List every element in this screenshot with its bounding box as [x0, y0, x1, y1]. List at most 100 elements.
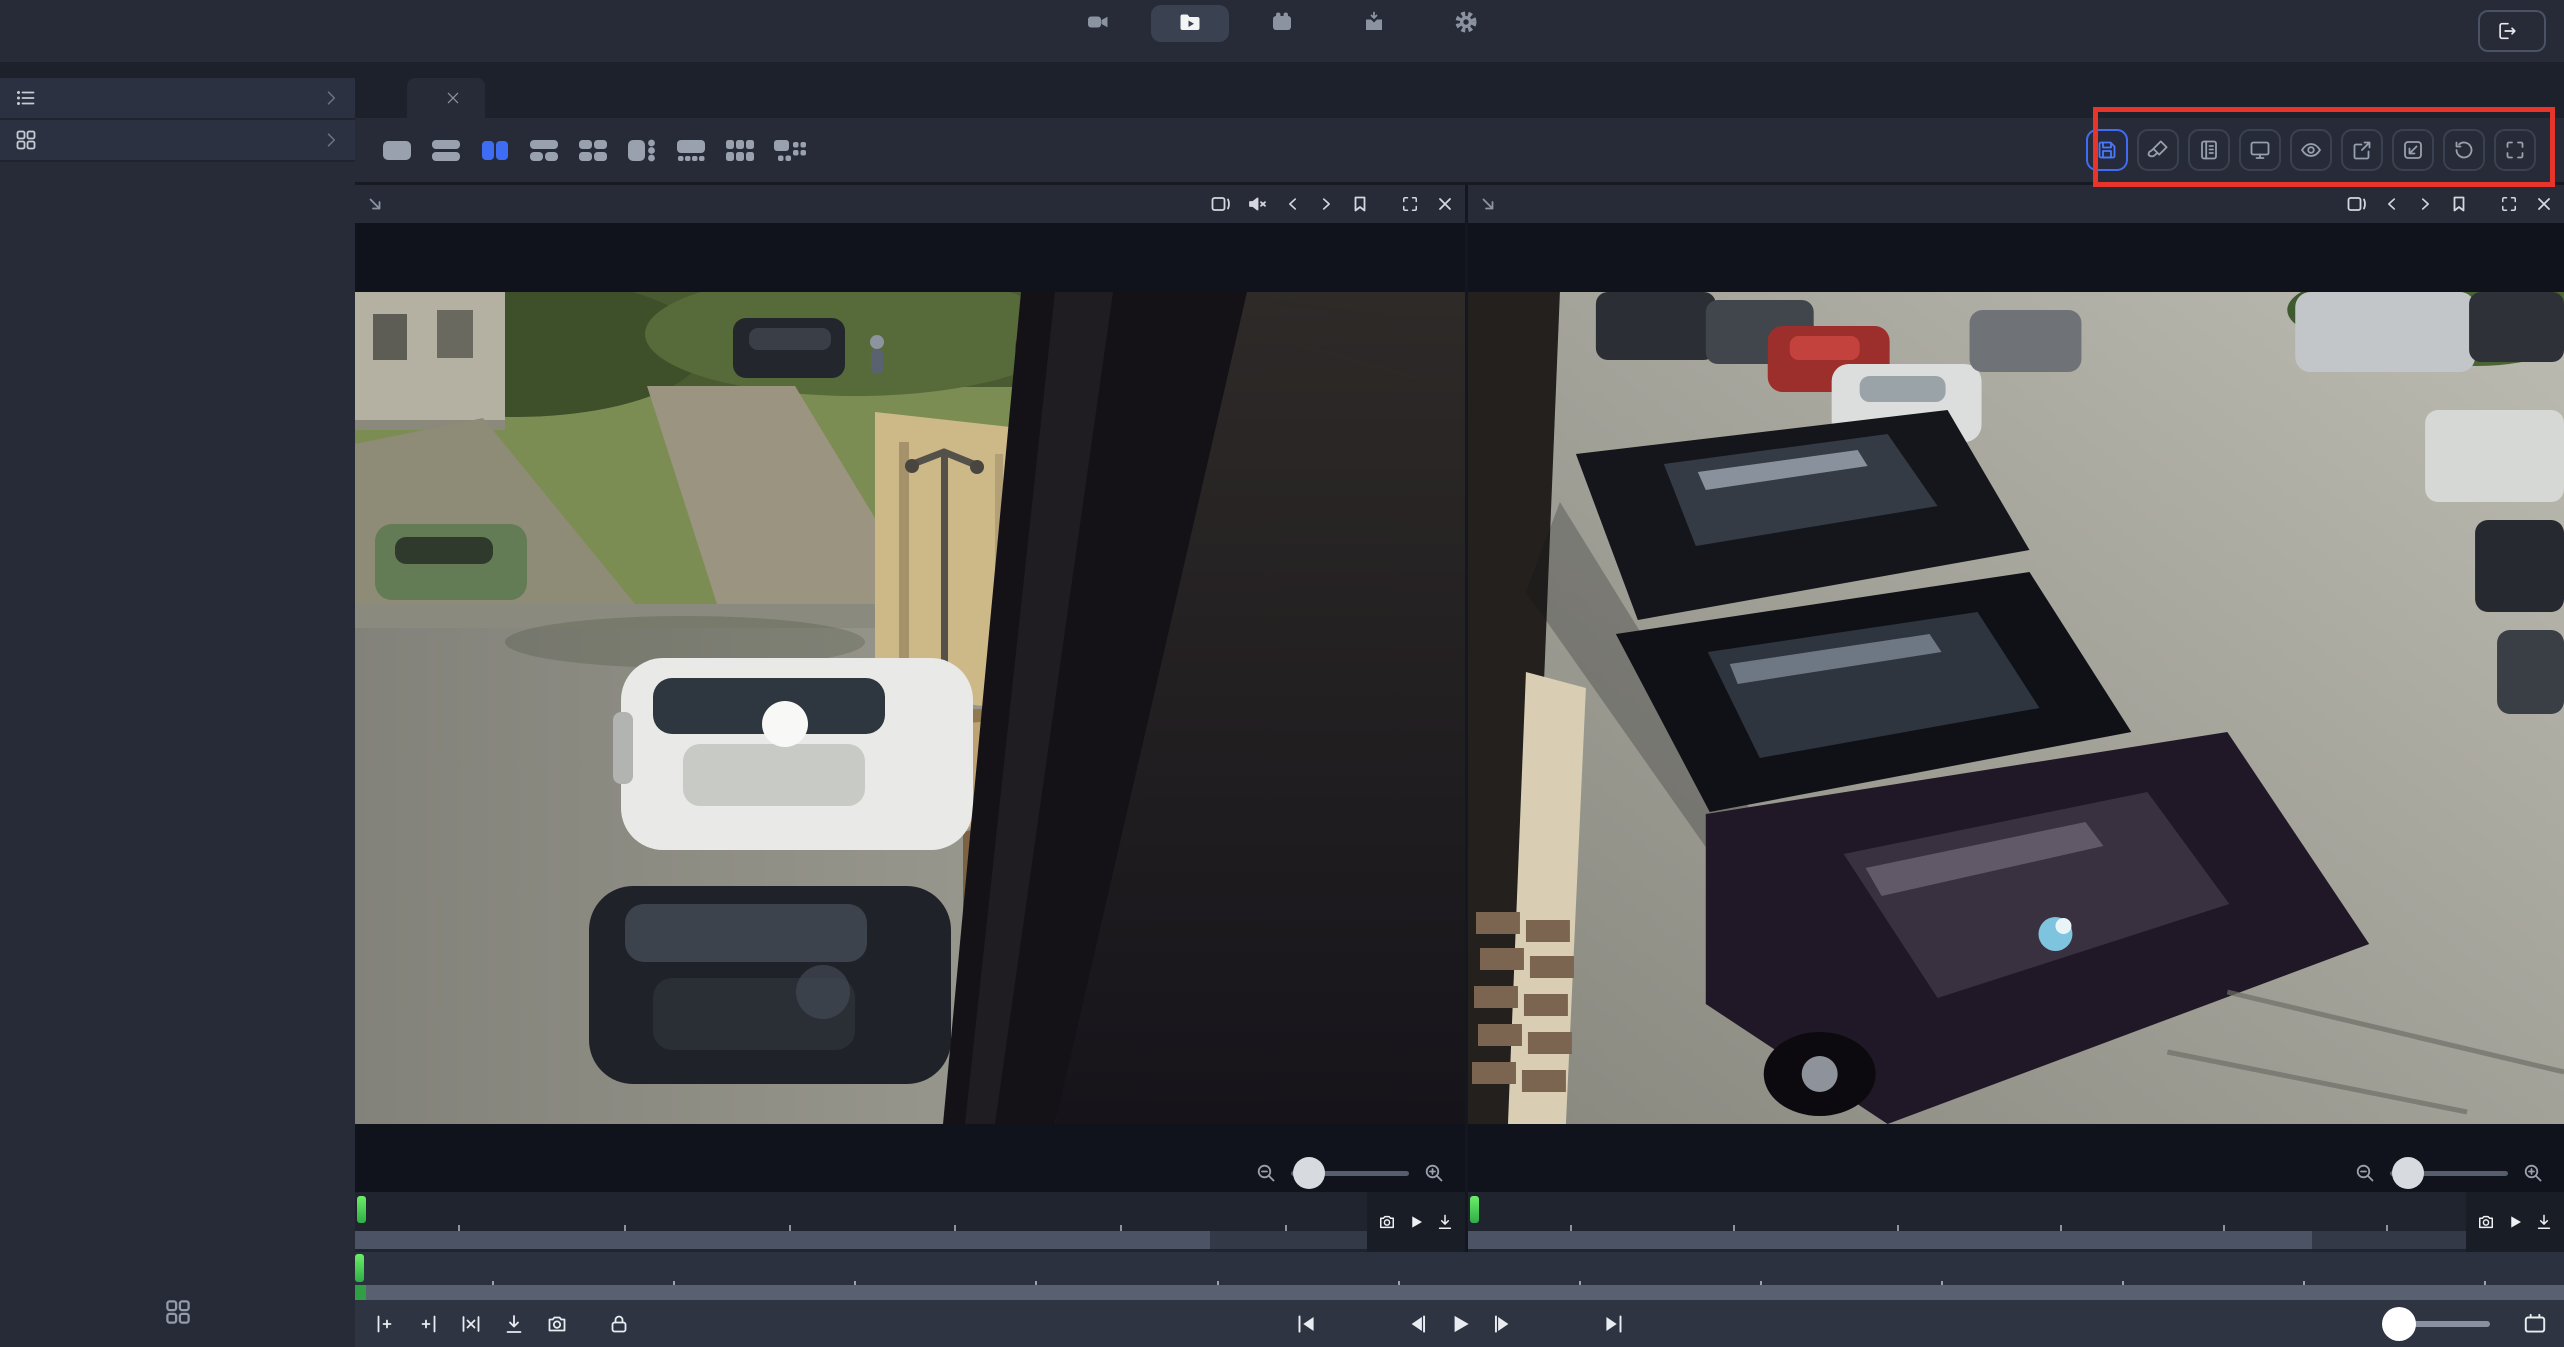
zoom-out-icon[interactable] — [1255, 1162, 1277, 1184]
share-button[interactable] — [2341, 129, 2383, 171]
layout-presets — [377, 133, 809, 167]
tile-timeline-tools — [2466, 1192, 2564, 1252]
range-start-marker-button[interactable] — [373, 1312, 397, 1336]
snapshot-button[interactable] — [2476, 1212, 2496, 1232]
nav-item-downloads[interactable] — [1335, 5, 1413, 42]
snapshot-button[interactable] — [1377, 1212, 1397, 1232]
main-content — [355, 62, 2564, 1347]
refresh-icon — [2452, 138, 2476, 162]
export-download-button[interactable] — [502, 1312, 526, 1336]
timeline-scroll-thumb[interactable] — [1468, 1231, 2312, 1249]
journal-button[interactable] — [2188, 129, 2230, 171]
skip-to-end-button[interactable] — [1601, 1311, 1627, 1337]
zoom-slider[interactable] — [2390, 1171, 2508, 1176]
zoom-slider-handle[interactable] — [1293, 1157, 1325, 1189]
chevron-right-icon — [321, 88, 341, 108]
zoom-in-icon[interactable] — [1423, 1162, 1445, 1184]
range-clear-button[interactable] — [459, 1312, 483, 1336]
visibility-button[interactable] — [2290, 129, 2332, 171]
tile-timeline-1[interactable] — [355, 1192, 1465, 1252]
play-button[interactable] — [1447, 1311, 1473, 1337]
tile-timeline-2[interactable] — [1468, 1192, 2564, 1252]
tile-zoom-control — [1255, 1162, 1445, 1184]
playhead-marker — [1470, 1196, 1479, 1223]
fullscreen-button[interactable] — [2494, 129, 2536, 171]
layout-actions-group — [2086, 129, 2536, 171]
calendar-range-button[interactable] — [2522, 1311, 2548, 1337]
tile-fullscreen-button[interactable] — [2499, 194, 2519, 214]
tile-close-button[interactable] — [2534, 194, 2554, 214]
resize-button[interactable] — [2392, 129, 2434, 171]
layout-6-grid-button[interactable] — [720, 133, 760, 167]
skip-to-start-button[interactable] — [1293, 1311, 1319, 1337]
tile-download-button[interactable] — [1435, 1212, 1455, 1232]
nav-item-events[interactable] — [1243, 5, 1321, 42]
layout-1-plus-2-button[interactable] — [524, 133, 564, 167]
next-frame-button[interactable] — [1317, 194, 1335, 214]
layout-2-columns-button[interactable] — [475, 133, 515, 167]
display-button[interactable] — [2239, 129, 2281, 171]
tile-fullscreen-button[interactable] — [1400, 194, 1420, 214]
tab-layout-1[interactable] — [407, 78, 485, 118]
drag-handle-icon[interactable] — [1478, 194, 1498, 214]
close-tab-icon[interactable] — [445, 90, 461, 106]
drag-handle-icon[interactable] — [365, 194, 385, 214]
nav-item-settings[interactable] — [1427, 5, 1505, 42]
global-timeline[interactable] — [355, 1252, 2564, 1300]
snapshot-button[interactable] — [545, 1312, 569, 1336]
bookmark-button[interactable] — [2449, 194, 2469, 214]
tile-timeline-tools — [1367, 1192, 1465, 1252]
step-back-button[interactable] — [1404, 1311, 1430, 1337]
add-tab-button[interactable] — [485, 78, 529, 118]
zoom-in-icon[interactable] — [2522, 1162, 2544, 1184]
lock-icon[interactable] — [607, 1312, 631, 1336]
tile-play-button[interactable] — [1407, 1213, 1425, 1231]
global-timeline-scrollbar[interactable] — [355, 1285, 2564, 1300]
sidebar-item-layouts[interactable] — [0, 120, 355, 162]
layout-1-plus-4-button[interactable] — [671, 133, 711, 167]
clear-layout-button[interactable] — [2137, 129, 2179, 171]
sidebar-item-all-cameras[interactable] — [0, 78, 355, 120]
timeline-scroll-thumb[interactable] — [355, 1231, 1210, 1249]
previous-frame-button[interactable] — [1284, 194, 1302, 214]
nav-item-live[interactable] — [1059, 5, 1137, 42]
timeline-scrollbar[interactable] — [355, 1231, 1465, 1249]
refresh-button[interactable] — [2443, 129, 2485, 171]
step-forward-button[interactable] — [1490, 1311, 1516, 1337]
zoom-slider-handle[interactable] — [2392, 1157, 2424, 1189]
fullscreen-icon — [2503, 138, 2527, 162]
pip-frame-button[interactable] — [1210, 194, 1232, 214]
save-layout-button[interactable] — [2086, 129, 2128, 171]
previous-frame-button[interactable] — [2383, 194, 2401, 214]
video-canvas-2[interactable] — [1468, 223, 2564, 1192]
top-bar — [0, 0, 2564, 62]
zoom-slider[interactable] — [1291, 1171, 1409, 1176]
layout-custom-button[interactable] — [769, 133, 809, 167]
timeline-scale-handle[interactable] — [2382, 1307, 2416, 1341]
range-end-marker-button[interactable] — [416, 1312, 440, 1336]
collapse-sidebar-button[interactable] — [0, 28, 24, 34]
nav-item-archive[interactable] — [1151, 5, 1229, 42]
timeline-scale-controls — [2368, 1311, 2564, 1337]
new-layout-button[interactable] — [145, 1287, 211, 1343]
video-canvas-1[interactable] — [355, 223, 1465, 1192]
pip-frame-button[interactable] — [2346, 194, 2368, 214]
logout-button[interactable] — [2478, 10, 2546, 52]
tab-home[interactable] — [359, 78, 407, 118]
timeline-scrollbar[interactable] — [1468, 1231, 2564, 1249]
layout-1-plus-3-button[interactable] — [622, 133, 662, 167]
tile-play-button[interactable] — [2506, 1213, 2524, 1231]
calendar-icon — [1269, 10, 1295, 34]
timeline-scale-slider[interactable] — [2384, 1321, 2490, 1327]
tile-close-button[interactable] — [1435, 194, 1455, 214]
mute-icon[interactable] — [1247, 194, 1269, 214]
tile-download-button[interactable] — [2534, 1212, 2554, 1232]
zoom-out-icon[interactable] — [2354, 1162, 2376, 1184]
layout-single-button[interactable] — [377, 133, 417, 167]
bookmark-button[interactable] — [1350, 194, 1370, 214]
next-frame-button[interactable] — [2416, 194, 2434, 214]
layout-4-grid-button[interactable] — [573, 133, 613, 167]
playback-bar — [355, 1300, 2564, 1347]
tile-header — [1468, 185, 2564, 223]
layout-2-rows-button[interactable] — [426, 133, 466, 167]
